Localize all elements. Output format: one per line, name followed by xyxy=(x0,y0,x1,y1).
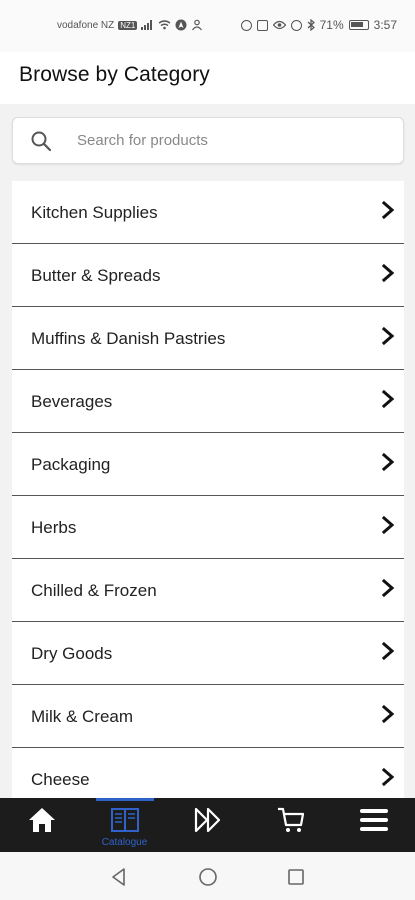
alarm-icon xyxy=(290,19,302,31)
bottom-nav: Catalogue xyxy=(0,798,415,852)
chevron-right-icon xyxy=(381,200,395,220)
nav-tab-quick-order[interactable] xyxy=(166,798,249,852)
status-bar: vodafone NZ NZ1 71% 3:57 xyxy=(0,0,415,52)
chevron-right-icon xyxy=(381,578,395,598)
carrier-badge: NZ1 xyxy=(118,20,138,30)
category-item-kitchen-supplies[interactable]: Kitchen Supplies xyxy=(12,181,404,244)
chevron-right-icon xyxy=(381,326,395,346)
category-item-milk-cream[interactable]: Milk & Cream xyxy=(12,685,404,748)
category-item-chilled-frozen[interactable]: Chilled & Frozen xyxy=(12,559,404,622)
category-label: Beverages xyxy=(31,392,113,411)
category-item-muffins-danish-pastries[interactable]: Muffins & Danish Pastries xyxy=(12,307,404,370)
category-label: Chilled & Frozen xyxy=(31,581,157,600)
clock: 3:57 xyxy=(373,18,397,32)
chevron-right-icon xyxy=(381,452,395,472)
search-bar[interactable] xyxy=(12,117,404,164)
category-label: Muffins & Danish Pastries xyxy=(31,329,226,348)
system-nav-bar xyxy=(0,852,415,900)
back-icon[interactable] xyxy=(108,866,130,888)
wifi-icon xyxy=(158,20,171,30)
nav-arrow-icon xyxy=(175,19,187,31)
category-label: Herbs xyxy=(31,518,77,537)
eye-icon xyxy=(272,20,286,30)
status-left: vodafone NZ NZ1 xyxy=(57,19,203,31)
carrier-name: vodafone NZ xyxy=(57,19,115,31)
category-label: Cheese xyxy=(31,770,90,789)
home-icon xyxy=(28,808,55,832)
category-item-dry-goods[interactable]: Dry Goods xyxy=(12,622,404,685)
home-circle-icon[interactable] xyxy=(197,866,219,888)
nav-tab-home[interactable] xyxy=(0,798,83,852)
category-label: Milk & Cream xyxy=(31,707,134,726)
category-label: Packaging xyxy=(31,455,111,474)
status-right: 71% 3:57 xyxy=(240,18,397,32)
page-title: Browse by Category xyxy=(19,63,210,86)
app-header: Browse by Category xyxy=(0,52,415,104)
category-item-butter-spreads[interactable]: Butter & Spreads xyxy=(12,244,404,307)
fast-forward-icon xyxy=(194,807,220,833)
chevron-right-icon xyxy=(381,641,395,661)
cart-icon xyxy=(277,807,304,832)
bluetooth-icon xyxy=(307,19,315,31)
chevron-right-icon xyxy=(381,515,395,535)
book-icon xyxy=(110,808,139,832)
person-icon xyxy=(192,19,203,31)
nav-label-catalogue: Catalogue xyxy=(101,837,148,848)
search-icon xyxy=(31,131,52,152)
menu-icon xyxy=(359,809,388,831)
category-item-beverages[interactable]: Beverages xyxy=(12,370,404,433)
sync-icon xyxy=(240,19,252,31)
category-item-cheese[interactable]: Cheese xyxy=(12,748,404,798)
cast-icon xyxy=(256,19,268,31)
signal-icon xyxy=(141,20,154,30)
search-input[interactable] xyxy=(77,118,397,163)
chevron-right-icon xyxy=(381,767,395,787)
nav-tab-cart[interactable] xyxy=(249,798,332,852)
nav-tab-menu[interactable] xyxy=(332,798,415,852)
category-label: Kitchen Supplies xyxy=(31,203,158,222)
category-label: Butter & Spreads xyxy=(31,266,161,285)
battery-icon xyxy=(348,20,369,30)
nav-tab-catalogue[interactable]: Catalogue xyxy=(83,798,166,852)
category-label: Dry Goods xyxy=(31,644,113,663)
category-list: Kitchen Supplies Butter & Spreads Muffin… xyxy=(12,181,404,798)
category-item-herbs[interactable]: Herbs xyxy=(12,496,404,559)
category-item-packaging[interactable]: Packaging xyxy=(12,433,404,496)
chevron-right-icon xyxy=(381,389,395,409)
chevron-right-icon xyxy=(381,704,395,724)
chevron-right-icon xyxy=(381,263,395,283)
battery-percent: 71% xyxy=(319,18,344,32)
recents-icon[interactable] xyxy=(285,866,307,888)
